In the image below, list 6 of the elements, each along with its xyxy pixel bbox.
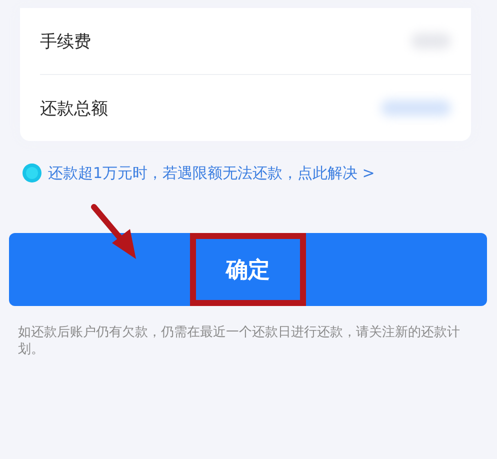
row-label: 还款总额 [40,98,108,120]
help-link[interactable]: 还款超1万元时，若遇限额无法还款，点此解决 > [48,164,375,182]
confirm-button[interactable]: 确定 [9,233,487,306]
repayment-note: 如还款后账户仍有欠款，仍需在最近一个还款日进行还款，请关注新的还款计划。 [18,324,461,358]
row-label: 手续费 [40,30,91,52]
bubble-icon [22,163,42,183]
